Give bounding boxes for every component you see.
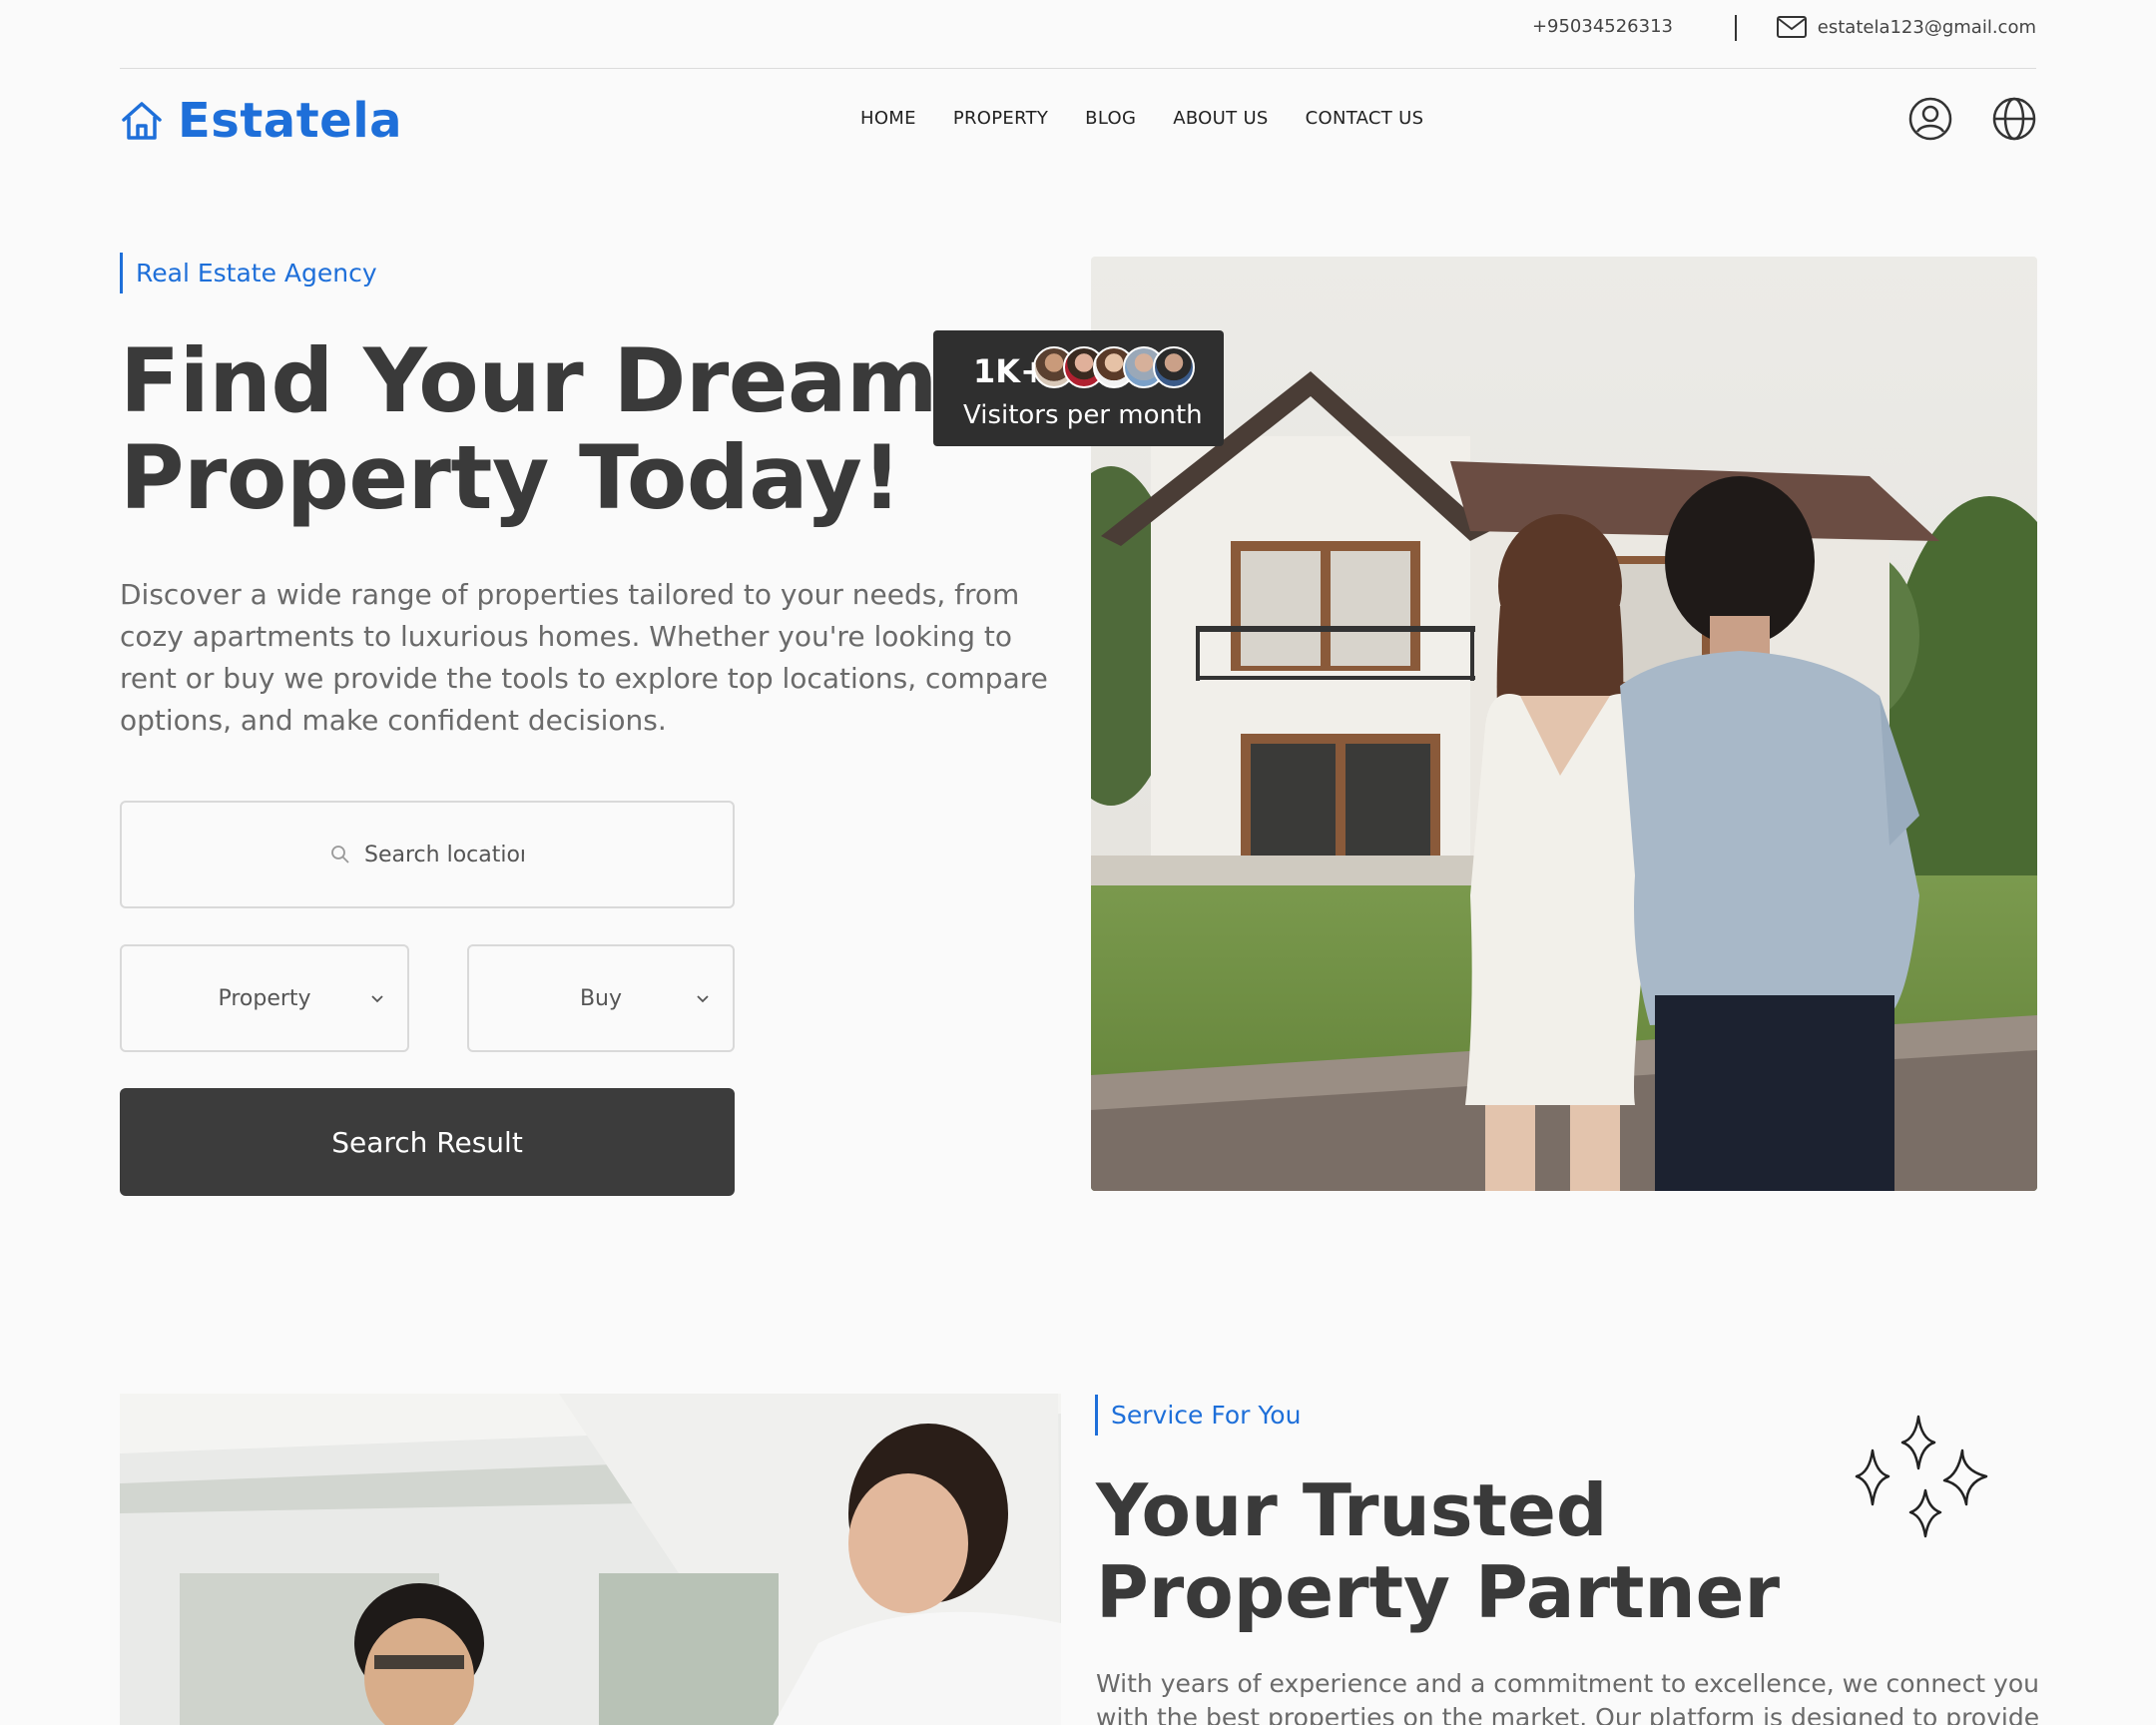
hero-title: Find Your Dream Property Today!	[120, 332, 978, 526]
hero-title-line1: Find Your Dream	[120, 329, 938, 432]
main-navbar: Estatela HOME PROPERTY BLOG ABOUT US CON…	[120, 70, 2036, 172]
visitor-avatars	[1033, 346, 1195, 388]
agent-handshake-image	[120, 1394, 1061, 1725]
sparkles-icon	[1855, 1415, 1988, 1538]
nav-item-property[interactable]: PROPERTY	[953, 108, 1048, 129]
property-type-select[interactable]: Property	[120, 944, 409, 1052]
user-icon[interactable]	[1908, 97, 1952, 141]
mode-select-value: Buy	[579, 985, 623, 1011]
search-location-box[interactable]	[120, 801, 735, 908]
hero-title-line2: Property Today!	[120, 426, 901, 529]
chevron-down-icon	[697, 995, 709, 1003]
globe-icon[interactable]	[1992, 97, 2036, 141]
email-address: estatela123@gmail.com	[1817, 16, 2036, 38]
search-icon	[331, 846, 349, 863]
mail-icon	[1776, 16, 1807, 38]
logo[interactable]: Estatela	[120, 93, 402, 149]
nav-item-about-us[interactable]: ABOUT US	[1173, 108, 1268, 129]
service-title: Your Trusted Property Partner	[1096, 1469, 1795, 1633]
avatar	[1153, 346, 1195, 388]
visitors-label: Visitors per month	[963, 400, 1203, 430]
house-icon	[122, 102, 162, 140]
email-contact[interactable]: estatela123@gmail.com	[1776, 14, 2036, 40]
hero-description: Discover a wide range of properties tail…	[120, 578, 1048, 737]
hero-image	[1091, 257, 2037, 1191]
service-title-line1: Your Trusted	[1096, 1468, 1608, 1552]
nav-item-contact-us[interactable]: CONTACT US	[1306, 108, 1424, 129]
nav-item-blog[interactable]: BLOG	[1085, 108, 1136, 129]
search-result-button[interactable]: Search Result	[120, 1088, 735, 1196]
listing-mode-select[interactable]: Buy	[467, 944, 735, 1052]
visitors-badge: 1K+ Visitors per month	[933, 330, 1224, 446]
top-contact-bar: +95034526313 estatela123@gmail.com	[120, 0, 2036, 69]
phone-number[interactable]: +95034526313	[1532, 16, 1673, 37]
divider	[1735, 15, 1737, 41]
nav-item-home[interactable]: HOME	[860, 108, 916, 129]
logo-text: Estatela	[178, 93, 403, 149]
service-eyebrow: Service For You	[1095, 1395, 1301, 1436]
search-location-input[interactable]	[364, 842, 524, 867]
nav-menu: HOME PROPERTY BLOG ABOUT US CONTACT US	[860, 108, 1423, 129]
service-description: With years of experience and a commitmen…	[1096, 1669, 2040, 1725]
hero-eyebrow: Real Estate Agency	[120, 253, 377, 293]
service-title-line2: Property Partner	[1096, 1550, 1780, 1634]
nav-actions	[1908, 97, 2036, 141]
chevron-down-icon	[371, 995, 383, 1003]
property-select-value: Property	[218, 985, 311, 1011]
